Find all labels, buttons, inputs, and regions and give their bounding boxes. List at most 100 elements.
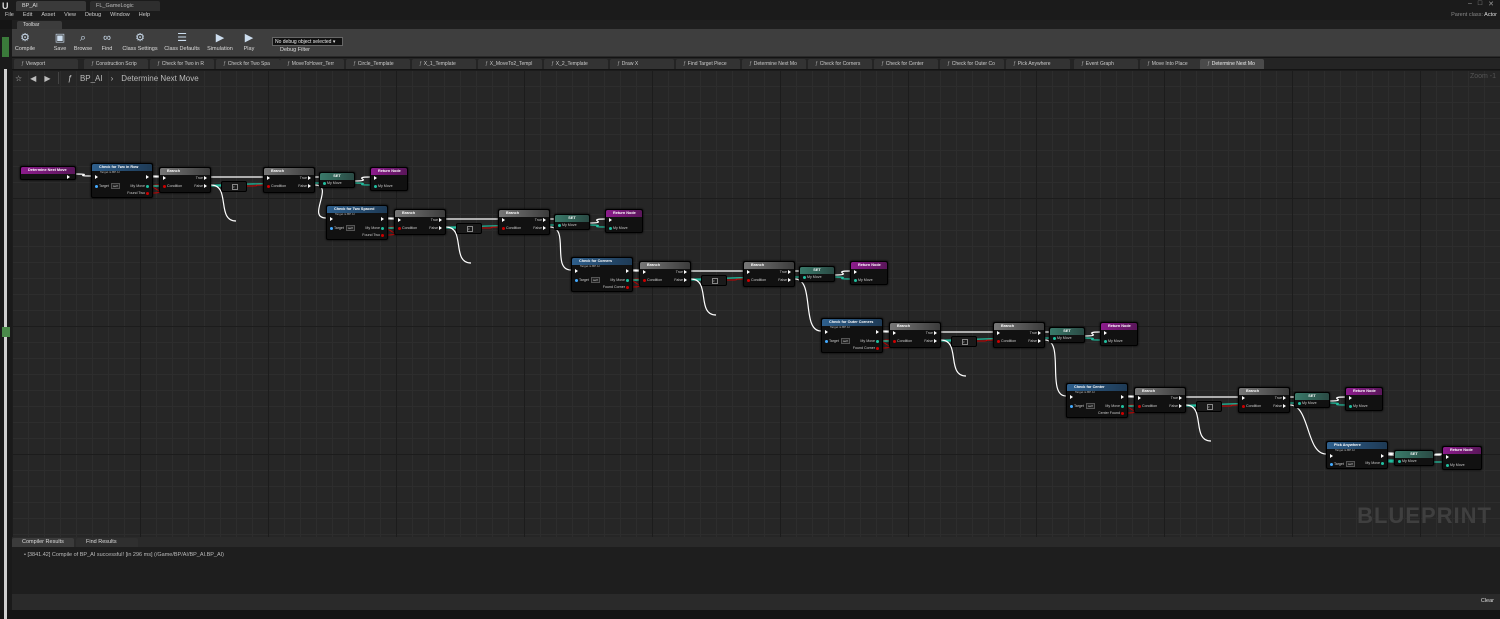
branch-node-2[interactable]: Branch Condition True False [263, 167, 315, 193]
check-exec-out[interactable] [1121, 395, 1124, 400]
branch2-exec-in[interactable] [997, 331, 1000, 336]
not-equal-node[interactable]: ≠ [221, 181, 247, 192]
tab-compiler-results[interactable]: Compiler Results [12, 538, 74, 547]
return-exec-in[interactable] [609, 218, 612, 223]
branch2-exec-in[interactable] [1242, 396, 1245, 401]
branch-condition-pin[interactable]: Condition [893, 339, 912, 343]
doc-tab-bp-ai[interactable]: BP_AI [16, 1, 86, 11]
menu-view[interactable]: View [64, 11, 76, 20]
branch-node[interactable]: Branch Condition True False [1134, 387, 1186, 413]
entry-node[interactable]: Determine Next Move [20, 166, 76, 180]
branch2-condition-pin[interactable]: Condition [997, 339, 1016, 343]
graph-tab-17[interactable]: ƒ Move Into Place [1140, 59, 1204, 69]
branch-false-pin[interactable]: False [429, 226, 442, 231]
branch-false-pin[interactable]: False [1169, 404, 1182, 409]
pick-return-node[interactable]: Return Node My Move [1442, 446, 1482, 470]
check-node[interactable]: Check for Corners Target is BP AI Target s… [571, 257, 633, 292]
save-button[interactable]: ▣ Save [52, 31, 68, 57]
menu-asset[interactable]: Asset [41, 11, 55, 20]
not-equal-node[interactable]: ≠ [1196, 401, 1222, 412]
maximize-icon[interactable]: □ [1478, 0, 1482, 10]
check-found-pin[interactable]: Center Found [1098, 411, 1124, 415]
not-equal-node[interactable]: ≠ [456, 223, 482, 234]
debug-object-select[interactable]: No debug object selected ▾ [272, 37, 343, 46]
branch-exec-in[interactable] [893, 331, 896, 336]
branch2-true-pin[interactable]: True [780, 270, 791, 275]
entry-exec-out[interactable] [67, 175, 70, 180]
menu-window[interactable]: Window [110, 11, 130, 20]
set-node[interactable]: SET My Move [799, 266, 835, 282]
check-target-pin[interactable]: Target self [95, 183, 120, 189]
branch-node-2[interactable]: Branch Condition True False [993, 322, 1045, 348]
graph-tab-6[interactable]: ƒ X_1_Template [412, 59, 476, 69]
check-my-move-pin[interactable]: My Move [860, 339, 879, 343]
check-exec-out[interactable] [381, 217, 384, 222]
menu-file[interactable]: File [5, 11, 14, 20]
pick-exec-in[interactable] [1330, 454, 1333, 459]
menu-debug[interactable]: Debug [85, 11, 101, 20]
pick-my-move-pin[interactable]: My Move [1365, 461, 1384, 465]
graph-tab-16[interactable]: ƒ Event Graph [1074, 59, 1138, 69]
branch2-exec-in[interactable] [747, 270, 750, 275]
graph-tab-4[interactable]: ƒ MoveToHover_Terr [280, 59, 344, 69]
close-icon[interactable]: ✕ [1488, 0, 1494, 10]
return-exec-in[interactable] [854, 270, 857, 275]
return-my-move-pin[interactable]: My Move [854, 278, 873, 282]
pick-exec-out[interactable] [1381, 454, 1384, 459]
set-my-move-pin[interactable]: My Move [323, 181, 342, 185]
return-exec-in[interactable] [1349, 396, 1352, 401]
return-exec-in[interactable] [374, 176, 377, 181]
parent-class-value[interactable]: Actor [1484, 12, 1497, 18]
blueprint-graph[interactable]: ☆ ◀ ▶ ƒ BP_AI › Determine Next Move Zoom… [12, 70, 1500, 537]
check-exec-out[interactable] [146, 175, 149, 180]
check-target-pin[interactable]: Target self [1070, 403, 1095, 409]
branch2-true-pin[interactable]: True [1275, 396, 1286, 401]
branch2-exec-in[interactable] [502, 218, 505, 223]
branch2-true-pin[interactable]: True [535, 218, 546, 223]
check-found-pin[interactable]: Found Two [127, 191, 149, 195]
branch-true-pin[interactable]: True [1171, 396, 1182, 401]
pick-target-pin[interactable]: Target self [1330, 461, 1355, 467]
check-my-move-pin[interactable]: My Move [1105, 404, 1124, 408]
check-node[interactable]: Check for Outer Corners Target is BP AI T… [821, 318, 883, 353]
menu-edit[interactable]: Edit [23, 11, 32, 20]
graph-tab-2[interactable]: ƒ Check for Two in R [150, 59, 214, 69]
graph-tab-7[interactable]: ƒ X_MoveTo2_Templ [478, 59, 542, 69]
check-found-pin[interactable]: Found Corner [853, 346, 879, 350]
branch-node-2[interactable]: Branch Condition True False [743, 261, 795, 287]
branch-exec-in[interactable] [163, 176, 166, 181]
minimize-icon[interactable]: – [1468, 0, 1472, 10]
branch2-condition-pin[interactable]: Condition [747, 278, 766, 282]
branch2-false-pin[interactable]: False [1273, 404, 1286, 409]
branch2-condition-pin[interactable]: Condition [502, 226, 521, 230]
toolbar-tab[interactable]: Toolbar [17, 21, 62, 29]
set-my-move-pin[interactable]: My Move [803, 275, 822, 279]
branch-condition-pin[interactable]: Condition [163, 184, 182, 188]
branch-node[interactable]: Branch Condition True False [639, 261, 691, 287]
check-exec-in[interactable] [825, 330, 828, 335]
clear-button[interactable]: Clear [1481, 598, 1494, 604]
graph-tab-9[interactable]: ƒ Draw X [610, 59, 674, 69]
pick-return-exec[interactable] [1446, 455, 1449, 460]
return-my-move-pin[interactable]: My Move [374, 184, 393, 188]
play-button[interactable]: ▶ Play [240, 31, 258, 57]
check-target-pin[interactable]: Target self [825, 338, 850, 344]
graph-tab-0[interactable]: ƒ Viewport [14, 59, 78, 69]
set-my-move-pin[interactable]: My Move [1298, 401, 1317, 405]
set-node[interactable]: SET My Move [1049, 327, 1085, 343]
set-my-move-pin[interactable]: My Move [558, 223, 577, 227]
branch-node-2[interactable]: Branch Condition True False [498, 209, 550, 235]
pick-set-node[interactable]: SET My Move [1394, 450, 1434, 466]
graph-tab-11[interactable]: ƒ Determine Next Mo [742, 59, 806, 69]
branch-true-pin[interactable]: True [431, 218, 442, 223]
branch2-condition-pin[interactable]: Condition [267, 184, 286, 188]
graph-tab-12[interactable]: ƒ Check for Corners [808, 59, 872, 69]
return-my-move-pin[interactable]: My Move [1349, 404, 1368, 408]
branch2-false-pin[interactable]: False [778, 278, 791, 283]
not-equal-node[interactable]: ≠ [701, 275, 727, 286]
pick-anywhere-node[interactable]: Pick Anywhere Target is BP AI Target self M… [1326, 441, 1388, 469]
pick-set-my-move[interactable]: My Move [1398, 459, 1417, 463]
branch-false-pin[interactable]: False [924, 339, 937, 344]
menu-help[interactable]: Help [139, 11, 150, 20]
branch-condition-pin[interactable]: Condition [643, 278, 662, 282]
